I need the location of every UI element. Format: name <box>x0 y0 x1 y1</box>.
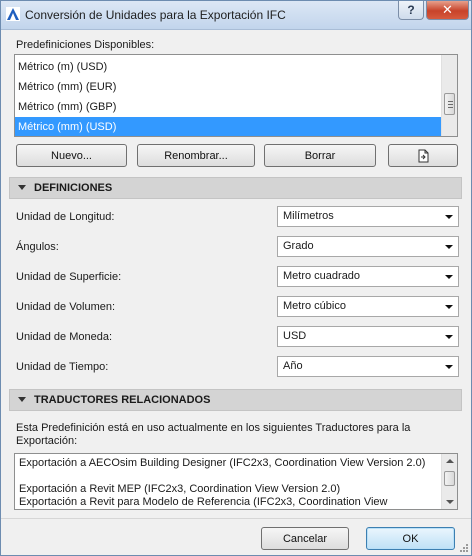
angle-unit-select[interactable]: Grado <box>277 236 459 257</box>
time-unit-select[interactable]: Año <box>277 356 459 377</box>
scrollbar-thumb[interactable] <box>444 93 455 115</box>
window-title: Conversión de Unidades para la Exportaci… <box>25 8 286 22</box>
time-unit-label: Unidad de Tiempo: <box>16 361 109 373</box>
dropdown-arrow-icon <box>445 245 453 249</box>
translators-header[interactable]: TRADUCTORES RELACIONADOS <box>9 389 462 411</box>
help-button[interactable]: ? <box>398 1 424 20</box>
new-button[interactable]: Nuevo... <box>16 144 127 167</box>
length-unit-label: Unidad de Longitud: <box>16 211 115 223</box>
preset-item[interactable]: Métrico (m) (USD) <box>15 57 441 77</box>
dropdown-arrow-icon <box>445 305 453 309</box>
help-icon: ? <box>407 3 415 17</box>
rename-button[interactable]: Renombrar... <box>137 144 255 167</box>
presets-label: Predefiniciones Disponibles: <box>16 39 155 51</box>
close-button[interactable]: ✕ <box>426 1 469 20</box>
ok-button[interactable]: OK <box>366 527 455 550</box>
dropdown-arrow-icon <box>445 335 453 339</box>
area-unit-select[interactable]: Metro cuadrado <box>277 266 459 287</box>
dropdown-arrow-icon <box>445 215 453 219</box>
dialog-window: Conversión de Unidades para la Exportaci… <box>0 0 472 556</box>
volume-unit-label: Unidad de Volumen: <box>16 301 116 313</box>
definitions-header[interactable]: DEFINICIONES <box>9 177 462 199</box>
presets-list[interactable]: Métrico (m) (USD) Métrico (mm) (EUR) Mét… <box>14 54 458 137</box>
list-item: Exportación a Revit MEP (IFC2x3, Coordin… <box>19 483 341 495</box>
dropdown-arrow-icon <box>445 275 453 279</box>
title-bar: Conversión de Unidades para la Exportaci… <box>1 1 471 30</box>
presets-scrollbar[interactable] <box>441 55 457 136</box>
list-item: Exportación a AECOsim Building Designer … <box>19 457 426 469</box>
app-logo-icon <box>6 7 20 21</box>
close-icon: ✕ <box>442 2 453 17</box>
translators-list[interactable]: Exportación a AECOsim Building Designer … <box>14 453 458 510</box>
delete-button[interactable]: Borrar <box>264 144 376 167</box>
preset-item[interactable]: Métrico (mm) (GBP) <box>15 97 441 117</box>
cancel-button[interactable]: Cancelar <box>261 527 349 550</box>
collapse-arrow-icon <box>18 397 26 402</box>
footer-divider <box>1 518 471 519</box>
dropdown-arrow-icon <box>445 365 453 369</box>
resize-grip-icon[interactable] <box>457 541 469 553</box>
scrollbar-thumb[interactable] <box>444 471 455 486</box>
currency-unit-label: Unidad de Moneda: <box>16 331 113 343</box>
currency-unit-select[interactable]: USD <box>277 326 459 347</box>
area-unit-label: Unidad de Superficie: <box>16 271 122 283</box>
collapse-arrow-icon <box>18 185 26 190</box>
import-button[interactable] <box>388 144 458 167</box>
preset-item-selected[interactable]: Métrico (mm) (USD) <box>15 117 441 136</box>
definitions-title: DEFINICIONES <box>34 182 113 194</box>
list-item: Exportación a Revit para Modelo de Refer… <box>19 496 388 508</box>
length-unit-select[interactable]: Milímetros <box>277 206 459 227</box>
volume-unit-select[interactable]: Metro cúbico <box>277 296 459 317</box>
scroll-down-icon[interactable] <box>446 500 454 504</box>
preset-item[interactable]: Métrico (mm) (EUR) <box>15 77 441 97</box>
translators-title: TRADUCTORES RELACIONADOS <box>34 394 211 406</box>
translators-scrollbar[interactable] <box>441 454 457 509</box>
angle-unit-label: Ángulos: <box>16 241 59 253</box>
scroll-up-icon[interactable] <box>446 459 454 463</box>
import-document-icon <box>418 149 429 162</box>
translators-description: Esta Predefinición está en uso actualmen… <box>16 422 411 447</box>
